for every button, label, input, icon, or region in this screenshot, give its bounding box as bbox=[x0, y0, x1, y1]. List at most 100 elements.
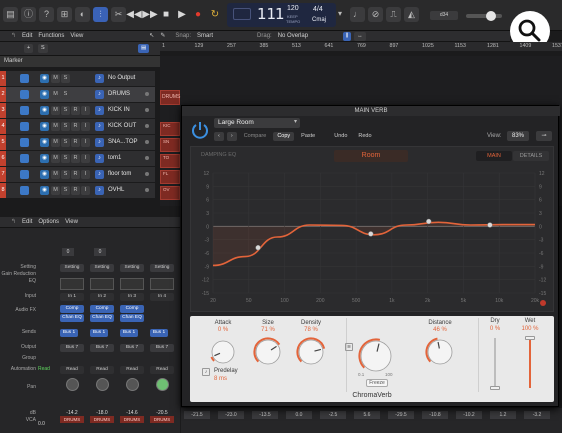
track-name[interactable]: KICK OUT bbox=[108, 119, 136, 134]
lcd-display[interactable]: 11 1 120 KEEP TEMPO 4/4 Cmaj bbox=[227, 3, 336, 27]
input-monitor-button[interactable]: I bbox=[81, 138, 90, 147]
channel-db-field[interactable]: -2.5 bbox=[320, 411, 346, 419]
mute-button[interactable]: M bbox=[51, 74, 60, 83]
freeze-button[interactable]: Freeze bbox=[366, 379, 388, 387]
waveform-zoom-icon[interactable]: ⫼ bbox=[342, 31, 352, 41]
input-monitor-button[interactable]: I bbox=[81, 122, 90, 131]
pointer-tool-icon[interactable]: ↖ bbox=[146, 32, 157, 41]
region-drums[interactable]: DRUMS bbox=[160, 90, 180, 105]
mixer-options-menu[interactable]: Options bbox=[35, 218, 62, 227]
input-slot[interactable]: In 2 bbox=[90, 293, 114, 301]
mute-button[interactable]: M bbox=[51, 186, 60, 195]
mute-button[interactable]: M bbox=[51, 122, 60, 131]
channel-name[interactable]: DRUMS bbox=[90, 416, 114, 423]
channel-gain-field[interactable]: 0 bbox=[94, 248, 106, 256]
channel-db-field[interactable]: 0.0 bbox=[286, 411, 312, 419]
track-row[interactable]: 1 ◉ M S ♪ No Output bbox=[0, 71, 155, 86]
track-row[interactable]: 8 ◉ M S R I ♪ OVHL bbox=[0, 183, 155, 198]
track-input-monitor-icon[interactable]: ◉ bbox=[40, 90, 49, 99]
input-slot[interactable]: In 4 bbox=[150, 293, 174, 301]
zoom-icon[interactable]: ↔ bbox=[354, 31, 366, 41]
tuner-icon[interactable]: ♩ bbox=[350, 7, 365, 22]
solo-icon[interactable]: ⊘ bbox=[368, 7, 383, 22]
audio-fx-slot[interactable]: Chan EQ bbox=[90, 314, 114, 322]
decay-mode-icon[interactable]: ≋ bbox=[345, 343, 353, 351]
setting-button[interactable]: Setting bbox=[60, 264, 84, 272]
automation-mode[interactable]: Read bbox=[120, 366, 144, 374]
track-input-monitor-icon[interactable]: ◉ bbox=[40, 170, 49, 179]
setting-button[interactable]: Setting bbox=[90, 264, 114, 272]
channel-db-field[interactable]: -10.2 bbox=[456, 411, 482, 419]
region-overhead[interactable]: OV bbox=[160, 186, 180, 200]
automation-mode[interactable]: Read bbox=[90, 366, 114, 374]
record-enable-button[interactable]: R bbox=[71, 186, 80, 195]
track-name[interactable]: tom1 bbox=[108, 151, 121, 166]
smart-controls-icon[interactable]: ◐ bbox=[75, 7, 90, 22]
mixer-back-icon[interactable]: ↰ bbox=[8, 218, 19, 227]
audio-fx-slot[interactable]: Chan EQ bbox=[60, 314, 84, 322]
audio-fx-slot[interactable]: Comp bbox=[90, 305, 114, 313]
dry-slider[interactable] bbox=[490, 338, 500, 390]
damping-eq-label[interactable]: DAMPING EQ bbox=[201, 152, 236, 158]
eq-thumbnail[interactable] bbox=[150, 278, 174, 290]
density-knob[interactable] bbox=[296, 337, 326, 367]
input-monitor-button[interactable]: I bbox=[81, 154, 90, 163]
track-row[interactable]: 2 ◉ M S ♪ DRUMS bbox=[0, 87, 155, 102]
wet-slider-handle[interactable] bbox=[525, 336, 535, 340]
eq-thumbnail[interactable] bbox=[90, 278, 114, 290]
pan-knob[interactable] bbox=[156, 378, 169, 391]
bar-ruler[interactable]: 1 129 257 385 513 641 769 897 1025 1153 1281 1409 15… bbox=[160, 42, 562, 51]
channel-db-field[interactable]: -21.5 bbox=[184, 411, 210, 419]
send-slot[interactable]: Bus 1 bbox=[90, 329, 108, 337]
solo-button[interactable]: S bbox=[61, 186, 70, 195]
compare-button[interactable]: Compare bbox=[240, 132, 271, 141]
toolbar-icon[interactable]: ⊞ bbox=[57, 7, 72, 22]
link-icon[interactable]: ⊸ bbox=[536, 131, 552, 141]
solo-button[interactable]: S bbox=[61, 122, 70, 131]
paste-button[interactable]: Paste bbox=[297, 132, 319, 141]
solo-button[interactable]: S bbox=[61, 90, 70, 99]
catch-button[interactable]: ▤ bbox=[138, 44, 150, 53]
channel-name[interactable]: DRUMS bbox=[60, 416, 84, 423]
track-input-monitor-icon[interactable]: ◉ bbox=[40, 186, 49, 195]
edit-menu[interactable]: Edit bbox=[19, 32, 35, 41]
solo-button[interactable]: S bbox=[61, 138, 70, 147]
solo-button[interactable]: S bbox=[61, 154, 70, 163]
track-name[interactable]: OVHL bbox=[108, 183, 124, 198]
track-row[interactable]: 4 ◉ M S R I ♪ KICK OUT bbox=[0, 119, 155, 134]
wet-slider[interactable] bbox=[525, 336, 535, 388]
record-enable-button[interactable]: R bbox=[71, 138, 80, 147]
back-icon[interactable]: ↰ bbox=[8, 32, 19, 41]
mixer-view-menu[interactable]: View bbox=[62, 218, 81, 227]
record-button[interactable]: ● bbox=[190, 8, 206, 22]
track-input-monitor-icon[interactable]: ◉ bbox=[40, 106, 49, 115]
view-menu[interactable]: View bbox=[67, 32, 86, 41]
preset-prev-icon[interactable]: ‹ bbox=[214, 131, 224, 141]
tab-details[interactable]: DETAILS bbox=[513, 151, 549, 161]
track-input-monitor-icon[interactable]: ◉ bbox=[40, 154, 49, 163]
channel-gain-field[interactable]: 0 bbox=[62, 248, 74, 256]
audio-fx-slot[interactable]: Comp bbox=[120, 305, 144, 313]
audio-fx-slot[interactable]: Chan EQ bbox=[120, 314, 144, 322]
volume-knob[interactable] bbox=[486, 11, 496, 21]
mute-button[interactable]: M bbox=[51, 106, 60, 115]
mute-button[interactable]: M bbox=[51, 90, 60, 99]
editors-icon[interactable]: ✂ bbox=[111, 7, 126, 22]
channel-db-field[interactable]: -13.5 bbox=[252, 411, 278, 419]
dry-slider-handle[interactable] bbox=[490, 386, 500, 390]
track-row[interactable]: 7 ◉ M S R I ♪ floor tom bbox=[0, 167, 155, 182]
predelay-sync-icon[interactable]: ♪ bbox=[202, 368, 210, 376]
metronome-icon[interactable]: ◭ bbox=[404, 7, 419, 22]
count-field[interactable]: d34 bbox=[430, 11, 458, 20]
channel-db-field[interactable]: 1.2 bbox=[490, 411, 516, 419]
tab-main[interactable]: MAIN bbox=[476, 151, 512, 161]
preset-next-icon[interactable]: › bbox=[226, 131, 237, 141]
channel-name[interactable]: DRUMS bbox=[150, 416, 174, 423]
track-name[interactable]: KICK IN bbox=[108, 103, 130, 118]
track-row[interactable]: 3 ◉ M S R I ♪ KICK IN bbox=[0, 103, 155, 118]
send-slot[interactable]: Bus 1 bbox=[150, 329, 168, 337]
view-zoom-select[interactable]: 83% bbox=[507, 131, 529, 141]
record-enable-button[interactable]: R bbox=[71, 122, 80, 131]
record-enable-button[interactable]: R bbox=[71, 170, 80, 179]
cycle-button[interactable]: ↻ bbox=[207, 8, 223, 22]
